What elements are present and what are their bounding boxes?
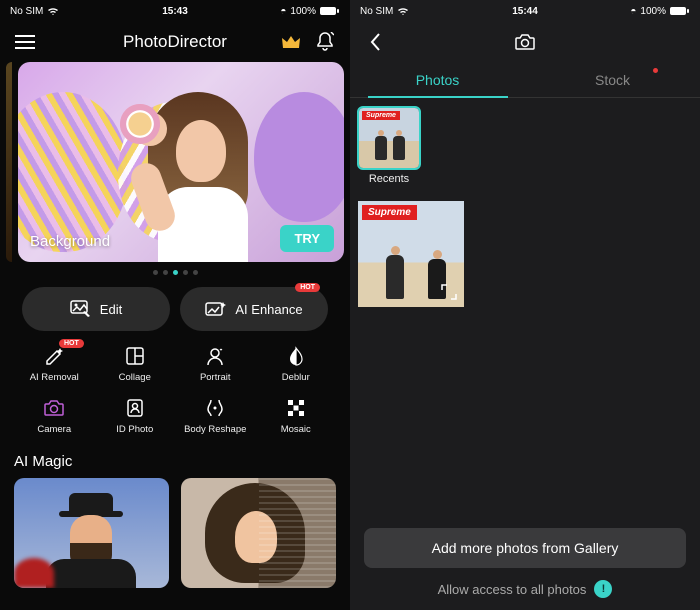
album-label: Recents [369, 173, 409, 185]
expand-icon[interactable] [440, 283, 458, 301]
app-header: PhotoDirector [0, 22, 350, 62]
try-button[interactable]: TRY [280, 225, 334, 252]
reshape-icon [204, 397, 226, 419]
pagination-dot[interactable] [163, 270, 168, 275]
allow-label: Allow access to all photos [438, 582, 587, 597]
pagination-dot[interactable] [183, 270, 188, 275]
sparkle-image-icon [205, 300, 227, 318]
photo-item[interactable]: Supreme [358, 201, 464, 307]
status-bar: No SIM 15:43 ◓ 100% [0, 0, 350, 22]
tool-label: Portrait [200, 372, 231, 383]
pagination-dot[interactable] [153, 270, 158, 275]
hero-prev-peek[interactable] [6, 62, 12, 262]
model-photo [138, 92, 258, 257]
premium-crown-icon[interactable] [280, 31, 302, 53]
clock-text: 15:44 [350, 6, 700, 17]
tool-label: Body Reshape [184, 424, 246, 435]
deblur-icon [285, 345, 307, 367]
collage-icon [124, 345, 146, 367]
brand-badge: Supreme [362, 205, 417, 220]
hero-pagination[interactable] [0, 270, 350, 275]
tool-label: ID Photo [116, 424, 153, 435]
tool-camera[interactable]: Camera [14, 397, 95, 435]
tab-photos[interactable]: Photos [350, 62, 525, 97]
menu-icon[interactable] [14, 31, 36, 53]
pagination-dot[interactable] [193, 270, 198, 275]
add-from-gallery-button[interactable]: Add more photos from Gallery [364, 528, 686, 568]
camera-icon[interactable] [514, 31, 536, 53]
tool-label: Deblur [282, 372, 310, 383]
tool-label: Mosaic [281, 424, 311, 435]
pagination-dot[interactable] [173, 270, 178, 275]
tool-idphoto[interactable]: ID Photo [95, 397, 176, 435]
section-title-ai-magic: AI Magic [0, 441, 350, 478]
tool-mosaic[interactable]: Mosaic [256, 397, 337, 435]
picker-header [350, 22, 700, 62]
tab-label: Photos [416, 72, 460, 88]
tool-label: Camera [37, 424, 71, 435]
camera-icon [43, 397, 65, 419]
allow-access-link[interactable]: Allow access to all photos ! [350, 580, 700, 598]
tab-label: Stock [595, 72, 630, 88]
brand-badge: Supreme [362, 111, 400, 120]
decorative-egg-icon [254, 92, 344, 222]
idphoto-icon [124, 397, 146, 419]
mosaic-icon [285, 397, 307, 419]
tool-deblur[interactable]: Deblur [256, 345, 337, 383]
clock-text: 15:43 [0, 6, 350, 17]
tool-portrait[interactable]: Portrait [175, 345, 256, 383]
tool-reshape[interactable]: Body Reshape [175, 397, 256, 435]
notifications-icon[interactable] [314, 31, 336, 53]
hero-label: Background [30, 233, 110, 250]
album-thumb: Supreme [359, 108, 419, 168]
ai-enhance-button[interactable]: AI Enhance HOT [180, 287, 328, 331]
photo-picker-screen: No SIM 15:44 ◓ 100% Photos [350, 0, 700, 610]
new-dot-icon [653, 68, 658, 73]
tool-label: AI Removal [30, 372, 79, 383]
portrait-icon [204, 345, 226, 367]
hot-badge: HOT [59, 339, 84, 348]
status-bar: No SIM 15:44 ◓ 100% [350, 0, 700, 22]
alert-badge-icon: ! [594, 580, 612, 598]
album-item[interactable]: Supreme Recents [358, 108, 420, 185]
ai-magic-card[interactable] [14, 478, 169, 588]
removal-icon [43, 345, 65, 367]
edit-label: Edit [100, 302, 122, 317]
hot-badge: HOT [295, 283, 320, 292]
tool-removal[interactable]: AI RemovalHOT [14, 345, 95, 383]
enhance-label: AI Enhance [235, 302, 302, 317]
edit-image-icon [70, 300, 92, 318]
edit-button[interactable]: Edit [22, 287, 170, 331]
app-home-screen: No SIM 15:43 ◓ 100% PhotoDirector [0, 0, 350, 610]
hero-card-background[interactable]: Background TRY [18, 62, 344, 262]
tool-collage[interactable]: Collage [95, 345, 176, 383]
picker-tabs: Photos Stock [350, 62, 700, 98]
ai-magic-card[interactable] [181, 478, 336, 588]
tool-label: Collage [119, 372, 151, 383]
tab-stock[interactable]: Stock [525, 62, 700, 97]
decorative-egg-icon [18, 92, 128, 252]
